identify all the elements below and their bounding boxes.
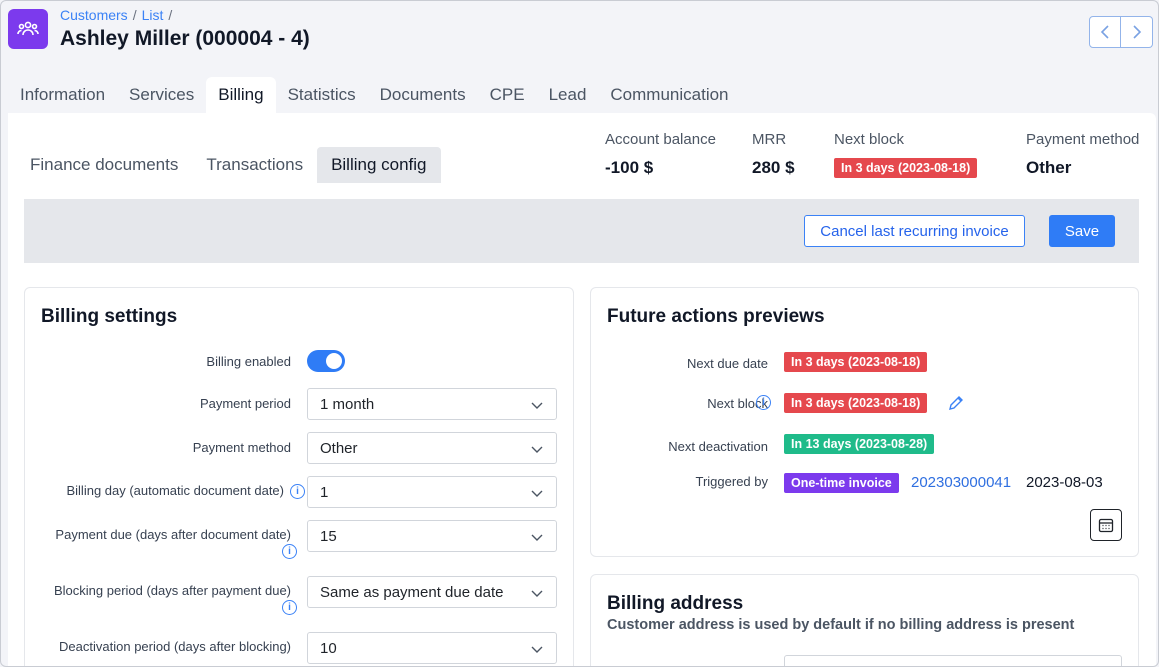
tab-billing[interactable]: Billing: [206, 77, 276, 113]
billing-settings-card: Billing settings Billing enabled Payment…: [24, 287, 574, 666]
payment-method-select[interactable]: Other: [307, 432, 557, 464]
chevron-down-icon: [531, 590, 543, 597]
breadcrumb: Customers / List /: [60, 7, 172, 23]
future-actions-title: Future actions previews: [607, 306, 825, 327]
mrr-stat: MRR 280 $: [752, 131, 795, 178]
next-block-label: Next block: [834, 131, 905, 148]
payment-due-value: 15: [320, 527, 337, 545]
breadcrumb-list[interactable]: List: [142, 7, 164, 23]
subtab-billing-config[interactable]: Billing config: [317, 147, 441, 183]
blocking-period-value: Same as payment due date: [320, 583, 504, 601]
mrr-label: MRR: [752, 131, 787, 148]
blocking-period-select[interactable]: Same as payment due date: [307, 576, 557, 608]
next-record-button[interactable]: [1121, 16, 1153, 48]
tab-statistics[interactable]: Statistics: [276, 77, 368, 113]
payment-period-value: 1 month: [320, 395, 375, 413]
chevron-down-icon: [531, 646, 543, 653]
mrr-value: 280 $: [752, 158, 795, 177]
deactivation-period-value: 10: [320, 639, 337, 657]
record-navigation: [1089, 16, 1153, 48]
info-icon[interactable]: i: [282, 544, 297, 559]
calendar-icon: [1098, 518, 1114, 533]
breadcrumb-customers[interactable]: Customers: [60, 7, 128, 23]
next-block-field-badge: In 3 days (2023-08-18): [784, 393, 928, 413]
billing-address-title: Billing address: [607, 593, 744, 614]
previous-record-button[interactable]: [1089, 16, 1121, 48]
chevron-right-icon: [1132, 25, 1141, 39]
payment-method-field-label: Payment method: [192, 440, 291, 455]
next-block-badge: In 3 days (2023-08-18): [834, 158, 978, 178]
tab-cpe[interactable]: CPE: [478, 77, 537, 113]
action-bar: Cancel last recurring invoice Save: [24, 199, 1139, 263]
tab-services[interactable]: Services: [117, 77, 206, 113]
billing-day-label-text: Billing day (automatic document date): [66, 483, 284, 498]
payment-period-label: Payment period: [199, 396, 291, 411]
chevron-down-icon: [531, 402, 543, 409]
payment-due-select[interactable]: 15: [307, 520, 557, 552]
next-block-stat: Next block In 3 days (2023-08-18): [834, 131, 978, 178]
billing-day-value: 1: [320, 483, 329, 501]
account-balance-stat: Account balance -100 $: [605, 131, 716, 178]
info-icon[interactable]: i: [282, 600, 297, 615]
billing-address-field[interactable]: [784, 655, 1122, 666]
billing-enabled-toggle[interactable]: [307, 350, 345, 372]
triggered-date: 2023-08-03: [1026, 474, 1103, 491]
payment-due-label: Payment due (days after document date): [55, 527, 291, 542]
next-due-date-badge: In 3 days (2023-08-18): [784, 352, 928, 372]
main-tabs: Information Services Billing Statistics …: [8, 77, 741, 113]
future-actions-card: Future actions previews Next due date In…: [590, 287, 1139, 557]
chevron-down-icon: [531, 490, 543, 497]
payment-method-field-value: Other: [320, 439, 358, 457]
tab-documents[interactable]: Documents: [368, 77, 478, 113]
customers-icon[interactable]: [8, 9, 48, 49]
info-icon[interactable]: i: [756, 395, 771, 410]
billing-subtabs: Finance documents Transactions Billing c…: [16, 147, 441, 183]
info-icon[interactable]: i: [290, 484, 305, 500]
account-balance-value: -100 $: [605, 158, 654, 177]
breadcrumb-separator: /: [132, 7, 137, 23]
subtab-transactions[interactable]: Transactions: [192, 147, 317, 183]
account-balance-label: Account balance: [605, 131, 716, 148]
billing-address-card: Billing address Customer address is used…: [590, 574, 1139, 666]
billing-panel: Finance documents Transactions Billing c…: [8, 113, 1156, 666]
one-time-invoice-badge: One-time invoice: [784, 473, 899, 493]
chevron-left-icon: [1100, 25, 1109, 39]
tab-information[interactable]: Information: [8, 77, 117, 113]
billing-settings-title: Billing settings: [41, 306, 178, 327]
triggered-by-label: Triggered by: [695, 474, 769, 489]
billing-enabled-label: Billing enabled: [206, 354, 291, 369]
breadcrumb-separator: /: [168, 7, 173, 23]
save-button[interactable]: Save: [1049, 215, 1115, 247]
calendar-button[interactable]: [1090, 509, 1122, 541]
deactivation-period-label: Deactivation period (days after blocking…: [59, 639, 291, 654]
payment-method-label: Payment method: [1026, 131, 1140, 148]
pencil-icon[interactable]: [947, 394, 965, 412]
payment-method-value: Other: [1026, 158, 1072, 177]
deactivation-period-select[interactable]: 10: [307, 632, 557, 664]
cancel-last-recurring-invoice-button[interactable]: Cancel last recurring invoice: [804, 215, 1025, 247]
billing-day-label: Billing day (automatic document date) i: [66, 483, 305, 500]
next-deactivation-label: Next deactivation: [668, 439, 768, 454]
next-due-date-label: Next due date: [687, 356, 768, 371]
chevron-down-icon: [531, 446, 543, 453]
page-header: Customers / List / Ashley Miller (000004…: [1, 1, 1158, 113]
subtab-finance-documents[interactable]: Finance documents: [16, 147, 192, 183]
tab-communication[interactable]: Communication: [598, 77, 740, 113]
blocking-period-label: Blocking period (days after payment due): [53, 583, 291, 598]
chevron-down-icon: [531, 534, 543, 541]
next-deactivation-badge: In 13 days (2023-08-28): [784, 434, 935, 454]
payment-period-select[interactable]: 1 month: [307, 388, 557, 420]
invoice-number-link[interactable]: 202303000041: [911, 474, 1011, 491]
app-window: Customers / List / Ashley Miller (000004…: [0, 0, 1159, 667]
billing-day-select[interactable]: 1: [307, 476, 557, 508]
tab-lead[interactable]: Lead: [537, 77, 599, 113]
page-title: Ashley Miller (000004 - 4): [60, 27, 310, 50]
payment-method-stat: Payment method Other: [1026, 131, 1139, 178]
billing-address-subtitle: Customer address is used by default if n…: [607, 617, 1075, 633]
